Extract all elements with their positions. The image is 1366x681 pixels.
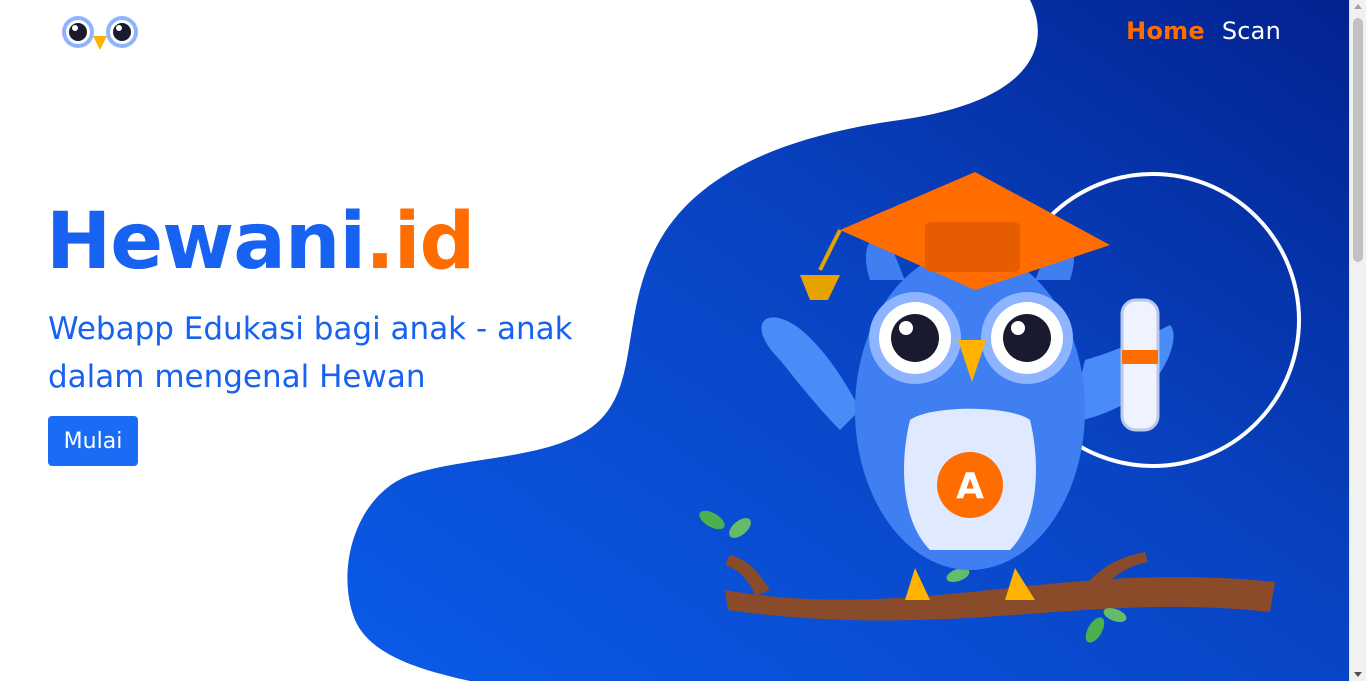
scroll-down-arrow-icon[interactable] <box>1354 672 1362 677</box>
hero-title-main: Hewani <box>46 197 366 287</box>
page-scrollbar[interactable] <box>1349 0 1366 681</box>
hero-title-accent: .id <box>365 197 475 287</box>
nav-links: Home Scan <box>1126 17 1281 45</box>
landing-page: Home Scan Hewani.id Webapp Edukasi bagi … <box>0 0 1349 681</box>
owl-eyes-icon[interactable] <box>60 14 140 54</box>
nav-scan-link[interactable]: Scan <box>1222 17 1281 45</box>
owl-badge-letter: A <box>956 466 984 507</box>
graduation-cap <box>800 172 1110 300</box>
graduate-owl-illustration: A <box>699 172 1301 643</box>
scroll-up-arrow-icon[interactable] <box>1354 4 1362 9</box>
nav-home-link[interactable]: Home <box>1126 17 1205 45</box>
mulai-button[interactable]: Mulai <box>48 416 138 466</box>
scrollbar-thumb[interactable] <box>1353 18 1363 262</box>
navbar: Home Scan <box>0 0 1349 70</box>
hero-title: Hewani.id <box>46 197 475 287</box>
diploma-scroll <box>1120 298 1160 432</box>
hero-subtitle: Webapp Edukasi bagi anak - anak dalam me… <box>48 311 573 395</box>
